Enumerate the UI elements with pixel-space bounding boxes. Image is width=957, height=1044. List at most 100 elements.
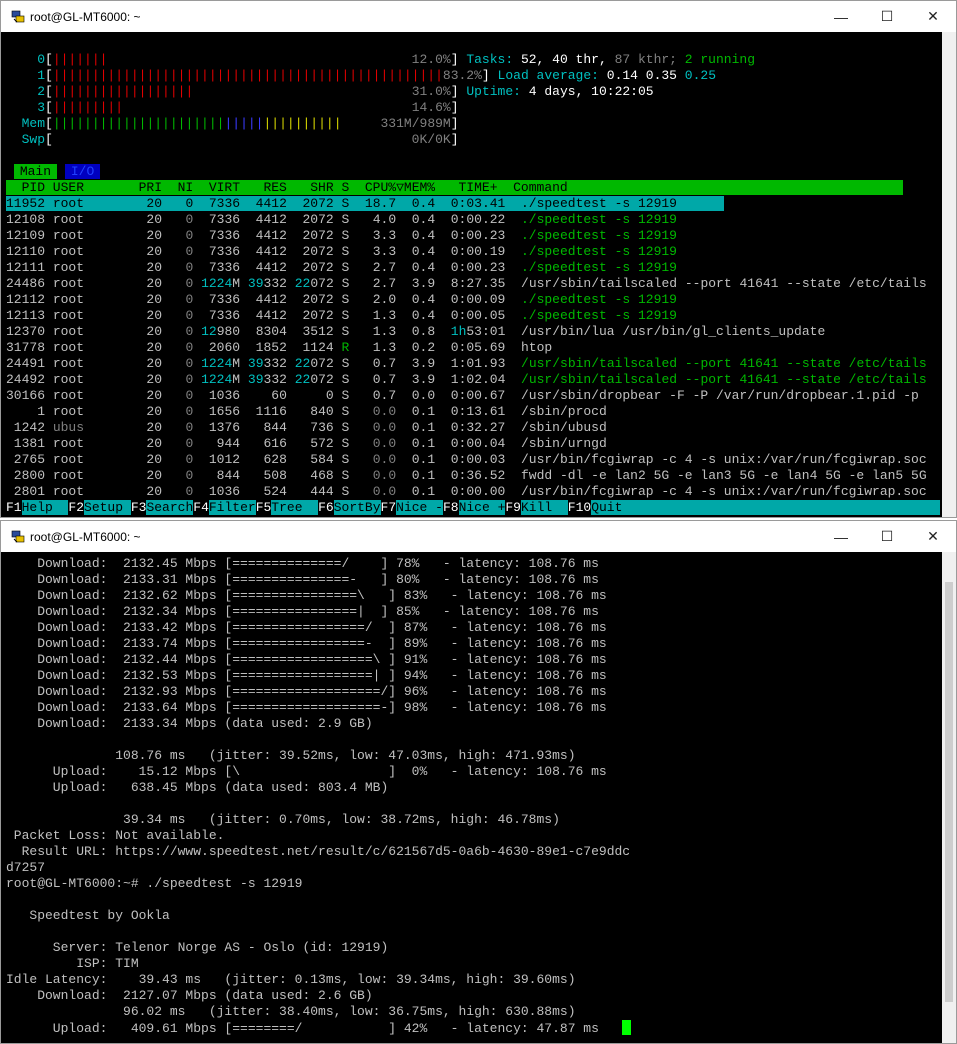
process-row[interactable]: 12109 root 20 0 7336 4412 2072 S 3.3 0.4… <box>6 228 940 244</box>
maximize-button[interactable]: ☐ <box>864 521 910 552</box>
speedtest-output[interactable]: Download: 2132.45 Mbps [==============/ … <box>6 556 940 1036</box>
window-titlebar[interactable]: root@GL-MT6000: ~ — ☐ ✕ <box>1 521 956 552</box>
close-button[interactable]: ✕ <box>910 1 956 32</box>
fkey-f7[interactable]: F7 <box>381 500 397 515</box>
process-row[interactable]: 24486 root 20 0 1224M 39332 22072 S 2.7 … <box>6 276 940 292</box>
cell-cpu: 0.0 <box>349 420 397 435</box>
cell-mem: 3.9 <box>396 276 436 291</box>
cell-time: 0:05.69 <box>435 340 506 355</box>
fkey-f6-label[interactable]: SortBy <box>333 500 381 515</box>
output-line: Packet Loss: Not available. <box>6 828 940 844</box>
output-line: Download: 2133.31 Mbps [===============-… <box>6 572 940 588</box>
cell-res: 4412 <box>240 292 287 307</box>
process-row[interactable]: 12108 root 20 0 7336 4412 2072 S 4.0 0.4… <box>6 212 940 228</box>
cell-pri: 20 <box>123 404 163 419</box>
process-row[interactable]: 30166 root 20 0 1036 60 0 S 0.7 0.0 0:00… <box>6 388 940 404</box>
cell-res: 4412 <box>240 212 287 227</box>
cell-time: 0:00.67 <box>435 388 506 403</box>
fkey-f7-label[interactable]: Nice - <box>396 500 443 515</box>
cell-ni: 0 <box>162 468 194 483</box>
fkey-f2[interactable]: F2 <box>68 500 84 515</box>
speedtest-terminal-window[interactable]: root@GL-MT6000: ~ — ☐ ✕ Download: 2132.4… <box>0 520 957 1044</box>
process-row[interactable]: 12112 root 20 0 7336 4412 2072 S 2.0 0.4… <box>6 292 940 308</box>
hours: 1h <box>450 324 467 339</box>
unit: M <box>232 276 241 291</box>
close-button[interactable]: ✕ <box>910 521 956 552</box>
tab-main[interactable]: Main <box>13 164 58 179</box>
fkey-f2-label[interactable]: Setup <box>84 500 131 515</box>
cell-s: S <box>333 196 350 211</box>
tab-io[interactable]: I/O <box>64 164 101 179</box>
htop-screen[interactable]: 0[||||||| 12.0%] Tasks: 52, 40 thr, 87 k… <box>6 52 940 516</box>
process-row[interactable]: 1242 ubus 20 0 1376 844 736 S 0.0 0.1 0:… <box>6 420 940 436</box>
process-row[interactable]: 31778 root 20 0 2060 1852 1124 R 1.3 0.2… <box>6 340 940 356</box>
pad <box>193 372 201 387</box>
fkey-f8-label[interactable]: Nice + <box>458 500 506 515</box>
cell-virt: 1224M <box>193 372 240 387</box>
fkey-f10[interactable]: F10 <box>568 500 591 515</box>
process-row[interactable]: 12110 root 20 0 7336 4412 2072 S 3.3 0.4… <box>6 244 940 260</box>
fkey-f3[interactable]: F3 <box>131 500 147 515</box>
cell-pid: 12108 <box>6 212 46 227</box>
line-text: Download: 2132.45 Mbps [==============/ … <box>6 556 599 571</box>
fkey-f1[interactable]: F1 <box>6 500 22 515</box>
process-row[interactable]: 12113 root 20 0 7336 4412 2072 S 1.3 0.4… <box>6 308 940 324</box>
cell-time: 0:32.27 <box>435 420 506 435</box>
fkey-f8[interactable]: F8 <box>443 500 459 515</box>
column-headers[interactable]: PID USER PRI NI VIRT RES SHR S CPU%▽MEM%… <box>6 180 904 195</box>
htop-terminal-window[interactable]: root@GL-MT6000: ~ — ☐ ✕ 0[||||||| 12.0%]… <box>0 0 957 518</box>
pad <box>435 324 451 339</box>
fkey-f6[interactable]: F6 <box>318 500 334 515</box>
cell-user: root <box>45 292 124 307</box>
cell-shr: 3512 <box>286 324 334 339</box>
line-text: Idle Latency: 39.43 ms (jitter: 0.13ms, … <box>6 972 576 987</box>
window-titlebar[interactable]: root@GL-MT6000: ~ — ☐ ✕ <box>1 1 956 32</box>
line-text: Download: 2133.31 Mbps [===============-… <box>6 572 599 587</box>
cell-ni: 0 <box>162 372 194 387</box>
process-row[interactable]: 1 root 20 0 1656 1116 840 S 0.0 0.1 0:13… <box>6 404 940 420</box>
cell-virt: 7336 <box>193 228 241 243</box>
cell-res: 4412 <box>240 244 287 259</box>
maximize-button[interactable]: ☐ <box>864 1 910 32</box>
scrollbar[interactable] <box>942 552 956 1043</box>
process-row[interactable]: 24492 root 20 0 1224M 39332 22072 S 0.7 … <box>6 372 940 388</box>
cell-ni: 0 <box>162 340 194 355</box>
scrollbar-thumb[interactable] <box>945 582 953 1002</box>
bracket: ] <box>450 84 459 99</box>
output-line: Download: 2133.74 Mbps [================… <box>6 636 940 652</box>
process-row[interactable]: 12370 root 20 0 12980 8304 3512 S 1.3 0.… <box>6 324 940 340</box>
fkey-f10-label[interactable]: Quit <box>591 500 940 515</box>
fkey-f4-label[interactable]: Filter <box>208 500 256 515</box>
output-line: Download: 2132.34 Mbps [================… <box>6 604 940 620</box>
cell-shr: 840 <box>286 404 334 419</box>
fkey-f1-label[interactable]: Help <box>21 500 69 515</box>
cell-s: S <box>333 388 350 403</box>
process-row[interactable]: 2800 root 20 0 844 508 468 S 0.0 0.1 0:3… <box>6 468 940 484</box>
process-row[interactable]: 2801 root 20 0 1036 524 444 S 0.0 0.1 0:… <box>6 484 940 500</box>
process-row[interactable]: 2765 root 20 0 1012 628 584 S 0.0 0.1 0:… <box>6 452 940 468</box>
fkey-f9-label[interactable]: Kill <box>520 500 568 515</box>
fkey-f5[interactable]: F5 <box>256 500 272 515</box>
minimize-button[interactable]: — <box>818 521 864 552</box>
cpu-pct: 83.2% <box>442 68 482 83</box>
cell-cmd: ./speedtest -s 12919 <box>505 308 677 323</box>
process-row[interactable]: 24491 root 20 0 1224M 39332 22072 S 0.7 … <box>6 356 940 372</box>
process-row[interactable]: 1381 root 20 0 944 616 572 S 0.0 0.1 0:0… <box>6 436 940 452</box>
running-value: 2 running <box>684 52 755 67</box>
cell-shr: 0 <box>286 388 334 403</box>
scrollbar[interactable] <box>942 32 956 517</box>
process-row[interactable]: 12111 root 20 0 7336 4412 2072 S 2.7 0.4… <box>6 260 940 276</box>
load-5: 0.35 <box>645 68 685 83</box>
fkey-f3-label[interactable]: Search <box>146 500 194 515</box>
fkey-f4[interactable]: F4 <box>193 500 209 515</box>
cell-shr: 2072 <box>286 308 334 323</box>
fkey-f5-label[interactable]: Tree <box>271 500 319 515</box>
cell-ni: 0 <box>162 420 194 435</box>
fkey-f9[interactable]: F9 <box>505 500 521 515</box>
minimize-button[interactable]: — <box>818 1 864 32</box>
cell-virt: 7336 <box>193 244 241 259</box>
cell-ni: 0 <box>162 244 194 259</box>
cell-time: 0:00.23 <box>435 260 506 275</box>
process-row[interactable]: 11952 root 20 0 7336 4412 2072 S 18.7 0.… <box>6 196 940 212</box>
